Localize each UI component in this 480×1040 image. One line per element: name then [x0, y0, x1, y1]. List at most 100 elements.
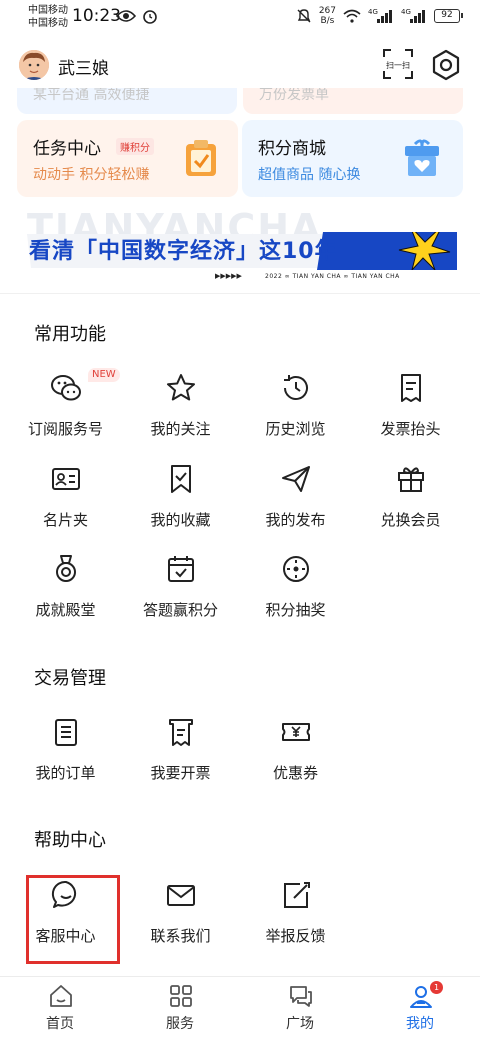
- grid-item-subscribe[interactable]: NEW 订阅服务号: [8, 368, 123, 452]
- grid-item-issue-invoice[interactable]: 我要开票: [123, 716, 238, 796]
- lottery-wheel-icon: [283, 556, 309, 582]
- grid-item-quiz-points[interactable]: 答题赢积分: [123, 553, 238, 633]
- grid-item-my-orders[interactable]: 我的订单: [8, 716, 123, 796]
- grid-item-my-posts[interactable]: 我的发布: [238, 463, 353, 543]
- signal-2: 4G: [401, 8, 427, 24]
- speed-value: 267: [318, 6, 336, 16]
- grid-item-follow[interactable]: 我的关注: [123, 372, 238, 452]
- network-speed: 267 B/s: [319, 6, 336, 26]
- grid-item-favorites[interactable]: 我的收藏: [123, 463, 238, 543]
- wechat-icon: [51, 375, 81, 401]
- peek-card-right-text: 万份发票单: [259, 88, 329, 103]
- signal-1: 4G: [368, 8, 394, 24]
- grid-label: 积分抽奖: [265, 601, 326, 619]
- status-icons-left: [116, 8, 158, 24]
- order-list-icon: [55, 719, 77, 746]
- notification-badge: 1: [430, 981, 443, 994]
- nav-item-mine[interactable]: 1 我的: [360, 977, 480, 1040]
- peek-card-left[interactable]: 某平台通 高效便捷: [17, 88, 237, 114]
- grid-item-redeem-vip[interactable]: 兑换会员: [353, 463, 468, 543]
- chat-bubbles-icon: [290, 986, 312, 1007]
- grid-label: 举报反馈: [265, 927, 326, 945]
- mail-icon: [167, 885, 195, 906]
- card-title: 任务中心: [33, 139, 101, 159]
- grid-item-card-holder[interactable]: 名片夹: [8, 463, 123, 543]
- task-center-card[interactable]: 任务中心 赚积分 动动手 积分轻松赚: [17, 120, 238, 197]
- status-bar: 中国移动 中国移动 10:23 267 B/s 4G 4G 92: [0, 0, 480, 40]
- medal-icon: [56, 555, 76, 582]
- nav-label: 首页: [46, 1016, 74, 1032]
- peek-card-right[interactable]: 万份发票单: [243, 88, 463, 114]
- grid-label: 我的订单: [35, 764, 96, 782]
- star-icon: [167, 374, 195, 401]
- section-title-common: 常用功能: [34, 324, 106, 345]
- wifi-icon: [343, 9, 361, 23]
- earn-points-badge: 赚积分: [116, 138, 154, 155]
- speed-unit: B/s: [320, 16, 335, 26]
- signal-bars-icon: [377, 10, 392, 23]
- grid-item-achievements[interactable]: 成就殿堂: [8, 553, 123, 633]
- grid-label: 发票抬头: [380, 420, 441, 438]
- grid-label: 我的发布: [265, 511, 326, 529]
- invoice-icon: [169, 719, 193, 746]
- avatar[interactable]: [19, 50, 49, 80]
- edit-icon: [284, 882, 310, 908]
- clipboard-check-icon: [186, 140, 216, 176]
- section-divider: [0, 293, 480, 294]
- grid-label: 优惠券: [272, 764, 318, 782]
- status-icons-right: 267 B/s 4G 4G 92: [296, 6, 463, 26]
- carrier-2: 中国移动: [28, 18, 68, 29]
- customer-service-highlight-box: [26, 875, 120, 964]
- paper-plane-icon: [282, 466, 310, 492]
- points-mall-card[interactable]: 积分商城 超值商品 随心换: [242, 120, 463, 197]
- nav-item-plaza[interactable]: 广场: [240, 977, 360, 1040]
- carrier-1: 中国移动: [28, 5, 68, 16]
- grid-item-coupons[interactable]: 优惠券: [238, 716, 353, 796]
- nav-label: 服务: [166, 1016, 194, 1032]
- banner-headline: 看清「中国数字经济」这10年: [29, 239, 338, 264]
- signal-bars-icon: [410, 10, 425, 23]
- grid-item-history[interactable]: 历史浏览: [238, 372, 353, 452]
- grid-item-contact-us[interactable]: 联系我们: [123, 879, 238, 959]
- battery-indicator: 92: [434, 9, 463, 23]
- scan-button[interactable]: 扫一扫: [382, 48, 414, 80]
- card-subtitle: 超值商品 随心换: [258, 167, 361, 183]
- section-title-trade: 交易管理: [34, 668, 106, 689]
- alarm-icon: [143, 10, 157, 24]
- gift-icon: [398, 467, 424, 492]
- grid-label: 成就殿堂: [35, 601, 96, 619]
- history-icon: [284, 375, 308, 400]
- gear-icon: [432, 49, 460, 81]
- cards-peek-row: 某平台通 高效便捷 万份发票单: [17, 88, 463, 114]
- nav-item-home[interactable]: 首页: [0, 977, 120, 1040]
- username: 武三娘: [58, 59, 109, 79]
- banner-arrows: ▶▶▶▶▶: [215, 272, 242, 280]
- settings-button[interactable]: [429, 48, 463, 82]
- grid-label: 名片夹: [42, 511, 88, 529]
- grid-item-report-feedback[interactable]: 举报反馈: [238, 879, 353, 959]
- grid-item-invoice-title[interactable]: 发票抬头: [353, 372, 468, 452]
- grid-label: 联系我们: [150, 927, 211, 945]
- grid-icon: [170, 985, 192, 1007]
- grid-label: 兑换会员: [380, 511, 441, 529]
- gift-box-icon: [405, 139, 439, 176]
- mute-icon: [297, 9, 311, 23]
- scan-icon: 扫一扫: [383, 49, 413, 79]
- new-badge: NEW: [88, 368, 120, 382]
- scan-label: 扫一扫: [386, 60, 410, 70]
- eye-icon: [116, 10, 136, 22]
- card-subtitle: 动动手 积分轻松赚: [33, 167, 150, 183]
- profile-header: 武三娘 扫一扫: [0, 40, 480, 88]
- nav-item-services[interactable]: 服务: [120, 977, 240, 1040]
- coupon-icon: [282, 723, 310, 741]
- grid-label: 订阅服务号: [27, 420, 103, 438]
- business-card-icon: [52, 468, 80, 490]
- promo-banner[interactable]: TIANYANCHA 看清「中国数字经济」这10年 ▶▶▶▶▶ 2022 ∞ T…: [17, 206, 463, 288]
- grid-label: 我要开票: [150, 764, 211, 782]
- calendar-check-icon: [168, 556, 194, 582]
- nav-label: 我的: [406, 1016, 434, 1032]
- home-icon: [50, 985, 72, 1007]
- grid-item-points-lottery[interactable]: 积分抽奖: [238, 553, 353, 633]
- clock: 10:23: [72, 6, 121, 26]
- avatar-face-icon: [19, 50, 49, 80]
